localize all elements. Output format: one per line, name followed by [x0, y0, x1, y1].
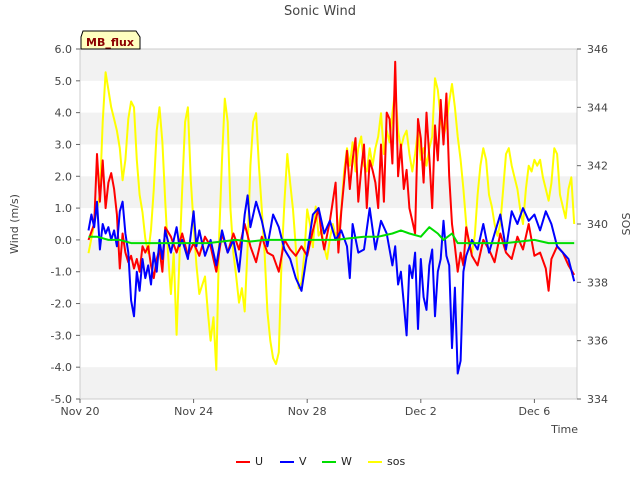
x-axis-label: Time [550, 423, 578, 436]
site-badge-label: MB_flux [86, 36, 134, 49]
y-tick-label: 3.0 [55, 138, 73, 151]
y-tick-label: 6.0 [55, 43, 73, 56]
sonic-wind-chart: -5.0-4.0-3.0-2.0-1.00.01.02.03.04.05.06.… [8, 4, 633, 468]
series-line-v [87, 194, 576, 375]
site-badge: MB_flux [80, 30, 141, 50]
grid-band [80, 49, 577, 81]
legend: U V Wsos [236, 455, 405, 468]
y-tick-label: -4.0 [51, 361, 72, 374]
y2-tick-label: 346 [587, 43, 608, 56]
legend-label-w: W [341, 455, 352, 468]
chart-title: Sonic Wind [284, 4, 356, 19]
y-tick-label: -1.0 [51, 266, 72, 279]
y-tick-label: -2.0 [51, 298, 72, 311]
legend-label-sos: sos [387, 455, 405, 468]
x-tick-label: Nov 24 [174, 405, 213, 418]
x-axis-ticks: Nov 20 Nov 24 Nov 28 Dec 2 Dec 6 [61, 399, 551, 418]
y2-tick-label: 340 [587, 218, 608, 231]
y-tick-label: 4.0 [55, 107, 73, 120]
y2-tick-label: 344 [587, 101, 608, 114]
legend-label-v: V [299, 455, 307, 468]
grid-band [80, 367, 577, 399]
y2-tick-label: 334 [587, 393, 608, 406]
right-axis-ticks: 334 336 338 340 342 344 346 [577, 43, 608, 406]
y2-tick-label: 336 [587, 335, 608, 348]
y-tick-label: 0.0 [55, 234, 73, 247]
y2-axis-label: SOS [620, 213, 633, 236]
y2-tick-label: 342 [587, 160, 608, 173]
x-tick-label: Nov 28 [288, 405, 327, 418]
y-tick-label: 1.0 [55, 202, 73, 215]
grid-band [80, 112, 577, 145]
grid-band [80, 303, 577, 336]
y2-tick-label: 338 [587, 276, 608, 289]
left-axis-ticks: -5.0-4.0-3.0-2.0-1.00.01.02.03.04.05.06.… [51, 43, 80, 406]
y-axis-label: Wind (m/s) [8, 194, 21, 254]
y-tick-label: -3.0 [51, 329, 72, 342]
x-tick-label: Dec 2 [405, 405, 437, 418]
x-tick-label: Dec 6 [519, 405, 551, 418]
y-tick-label: 5.0 [55, 75, 73, 88]
y-tick-label: 2.0 [55, 170, 73, 183]
legend-label-u: U [255, 455, 263, 468]
x-tick-label: Nov 20 [61, 405, 100, 418]
